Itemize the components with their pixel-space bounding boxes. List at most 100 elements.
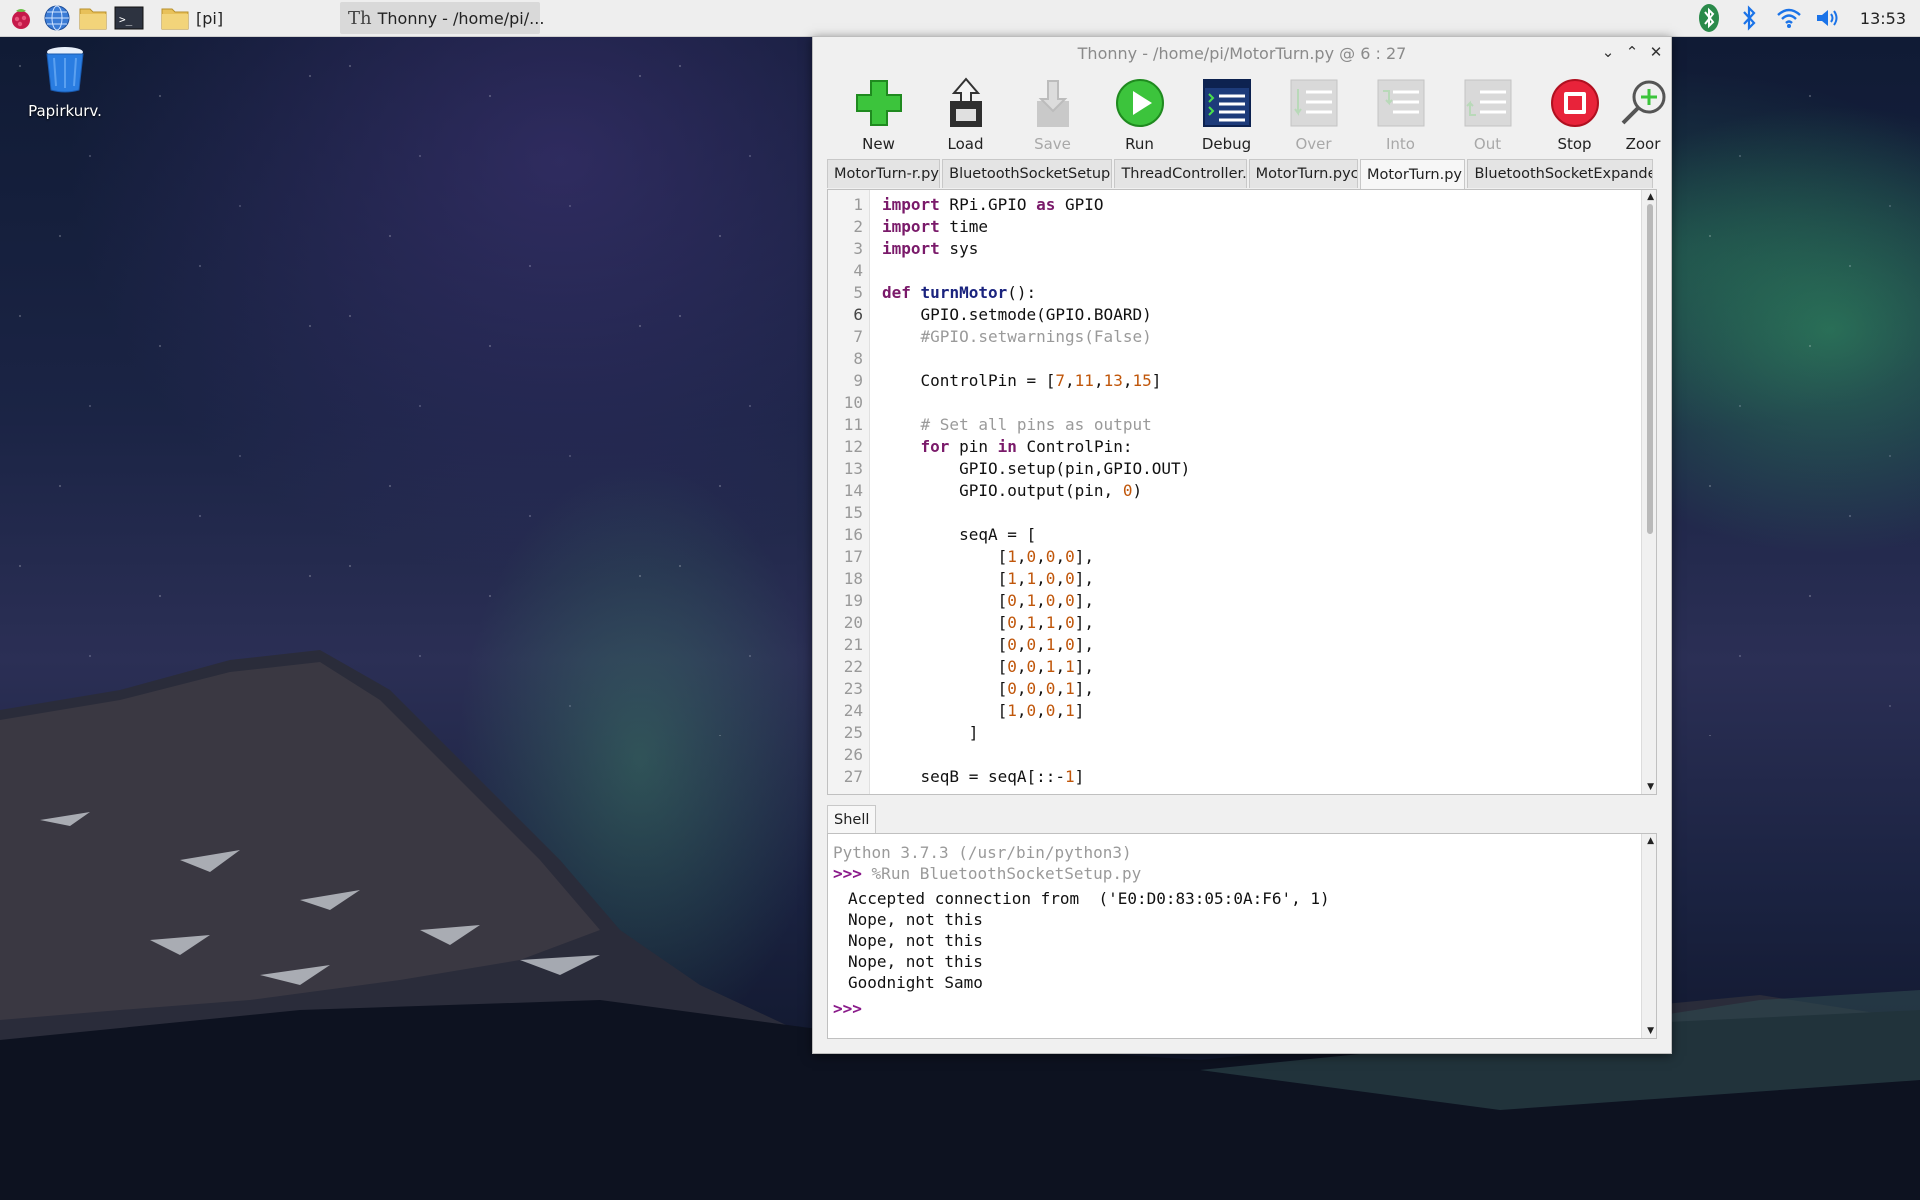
debug-button[interactable]: Debug: [1183, 69, 1270, 153]
shell-panel[interactable]: Python 3.7.3 (/usr/bin/python3) >>> %Run…: [827, 833, 1657, 1039]
editor-scroll-thumb[interactable]: [1647, 204, 1653, 534]
terminal-icon[interactable]: >_: [114, 3, 144, 33]
code-line[interactable]: seqA = [: [882, 524, 1640, 546]
svg-text:>_: >_: [119, 13, 133, 26]
bluetooth-icon[interactable]: [1734, 3, 1764, 33]
desktop-trash[interactable]: Papirkurv.: [22, 44, 108, 120]
code-editor[interactable]: 1 2 3 4 5 6 7 8 9 10 11 12 13 14 15 16 17 18 19 20 21 22 23 24 2…: [827, 189, 1657, 795]
window-titlebar[interactable]: Thonny - /home/pi/MotorTurn.py @ 6 : 27 …: [813, 37, 1671, 69]
code-line[interactable]: GPIO.setmode(GPIO.BOARD): [882, 304, 1640, 326]
code-line[interactable]: [882, 260, 1640, 282]
window-title: Thonny - /home/pi/MotorTurn.py @ 6 : 27: [1077, 43, 1407, 63]
code-line[interactable]: GPIO.setup(pin,GPIO.OUT): [882, 458, 1640, 480]
tab-threadcontroller[interactable]: ThreadController.p: [1114, 159, 1247, 188]
thonny-app-icon: Th: [348, 7, 372, 29]
file-manager-icon[interactable]: [78, 3, 108, 33]
shell-output-line: Nope, not this: [848, 931, 983, 950]
scroll-up-icon[interactable]: ▲: [1647, 192, 1654, 202]
code-line[interactable]: import time: [882, 216, 1640, 238]
save-button[interactable]: Save: [1009, 69, 1096, 153]
taskbar-thonny-task[interactable]: Th Thonny - /home/pi/...: [340, 2, 544, 34]
tab-motorturn[interactable]: MotorTurn.py: [1359, 159, 1466, 189]
step-over-button[interactable]: Over: [1270, 69, 1357, 153]
code-line[interactable]: [0,0,0,1],: [882, 678, 1640, 700]
shell-input-line[interactable]: >>>: [828, 998, 1656, 1019]
code-line[interactable]: [0,1,0,0],: [882, 590, 1640, 612]
code-line[interactable]: GPIO.output(pin, 0): [882, 480, 1640, 502]
code-line[interactable]: [882, 744, 1640, 766]
maximize-button[interactable]: ⌃: [1625, 43, 1639, 61]
code-line[interactable]: ControlPin = [7,11,13,15]: [882, 370, 1640, 392]
code-line[interactable]: [1,0,0,1]: [882, 700, 1640, 722]
line-number: 8: [853, 349, 863, 368]
load-button[interactable]: Load: [922, 69, 1009, 153]
line-number: 23: [843, 679, 863, 698]
code-line[interactable]: [0,0,1,1],: [882, 656, 1640, 678]
code-line[interactable]: [882, 392, 1640, 414]
line-number: 6: [853, 305, 863, 324]
code-line[interactable]: seqB = seqA[::-1]: [882, 766, 1640, 788]
tab-bluetoothsocketexpanded[interactable]: BluetoothSocketExpanded.: [1467, 159, 1653, 188]
stop-button[interactable]: Stop: [1531, 69, 1618, 153]
tab-motorturn-pyc[interactable]: MotorTurn.pyc: [1248, 159, 1358, 188]
step-into-button[interactable]: Into: [1357, 69, 1444, 153]
line-number: 22: [843, 657, 863, 676]
line-number: 1: [853, 195, 863, 214]
line-number: 25: [843, 723, 863, 742]
shell-run-command: %Run BluetoothSocketSetup.py: [871, 864, 1142, 883]
line-number: 16: [843, 525, 863, 544]
save-label: Save: [1034, 135, 1071, 153]
shell-output-line: Accepted connection from ('E0:D0:83:05:0…: [848, 889, 1330, 908]
code-area[interactable]: import RPi.GPIO as GPIO import time import…: [882, 194, 1640, 788]
load-file-icon: [949, 77, 982, 127]
shell-scroll-up-icon[interactable]: ▲: [1647, 836, 1654, 846]
code-line[interactable]: ]: [882, 722, 1640, 744]
debug-icon: [1202, 79, 1251, 127]
line-number-gutter: 1 2 3 4 5 6 7 8 9 10 11 12 13 14 15 16 17 18 19 20 21 22 23 24 2…: [828, 190, 870, 794]
minimize-button[interactable]: ⌄: [1601, 43, 1615, 61]
new-button[interactable]: New: [835, 69, 922, 153]
code-line[interactable]: [882, 348, 1640, 370]
zoom-button[interactable]: Zoor: [1618, 69, 1668, 153]
code-line[interactable]: # Set all pins as output: [882, 414, 1640, 436]
clock[interactable]: 13:53: [1860, 9, 1906, 28]
zoom-label: Zoor: [1625, 135, 1661, 153]
stop-label: Stop: [1557, 135, 1592, 153]
code-line[interactable]: import sys: [882, 238, 1640, 260]
web-browser-icon[interactable]: [42, 3, 72, 33]
step-out-icon: [1464, 79, 1511, 127]
tab-motorturn-r[interactable]: MotorTurn-r.py: [827, 159, 941, 188]
taskbar-folder-pi[interactable]: [pi]: [156, 2, 336, 34]
code-line[interactable]: [1,1,0,0],: [882, 568, 1640, 590]
line-number: 11: [843, 415, 863, 434]
code-line[interactable]: def turnMotor():: [882, 282, 1640, 304]
line-number: 14: [843, 481, 863, 500]
tab-shell[interactable]: Shell: [827, 805, 877, 834]
code-line[interactable]: [1,0,0,0],: [882, 546, 1640, 568]
volume-icon[interactable]: [1814, 3, 1844, 33]
bluetooth-status-icon[interactable]: [1694, 3, 1724, 33]
run-button[interactable]: Run: [1096, 69, 1183, 153]
code-line[interactable]: [882, 502, 1640, 524]
raspberry-menu-icon[interactable]: [6, 3, 36, 33]
code-line[interactable]: [0,1,1,0],: [882, 612, 1640, 634]
taskbar: >_ [pi] Th Thonny - /home/pi/... 13:53: [0, 0, 1920, 37]
tab-bluetoothsocketsetup[interactable]: BluetoothSocketSetup.py: [942, 159, 1113, 188]
shell-scrollbar[interactable]: ▲ ▼: [1641, 834, 1656, 1038]
shell-run-line: >>> %Run BluetoothSocketSetup.py: [828, 863, 1656, 884]
wifi-icon[interactable]: [1774, 3, 1804, 33]
shell-output-line: Nope, not this: [848, 910, 983, 929]
scroll-down-icon[interactable]: ▼: [1647, 782, 1654, 792]
code-line[interactable]: import RPi.GPIO as GPIO: [882, 194, 1640, 216]
line-number: 5: [853, 283, 863, 302]
shell-prompt: >>>: [833, 864, 862, 883]
taskbar-folder-label: [pi]: [196, 8, 224, 28]
code-line[interactable]: #GPIO.setwarnings(False): [882, 326, 1640, 348]
close-button[interactable]: ✕: [1649, 43, 1663, 61]
shell-scroll-down-icon[interactable]: ▼: [1647, 1026, 1654, 1036]
code-line[interactable]: [0,0,1,0],: [882, 634, 1640, 656]
editor-scrollbar[interactable]: ▲ ▼: [1641, 190, 1656, 794]
step-out-button[interactable]: Out: [1444, 69, 1531, 153]
save-icon: [1036, 80, 1069, 127]
code-line[interactable]: for pin in ControlPin:: [882, 436, 1640, 458]
